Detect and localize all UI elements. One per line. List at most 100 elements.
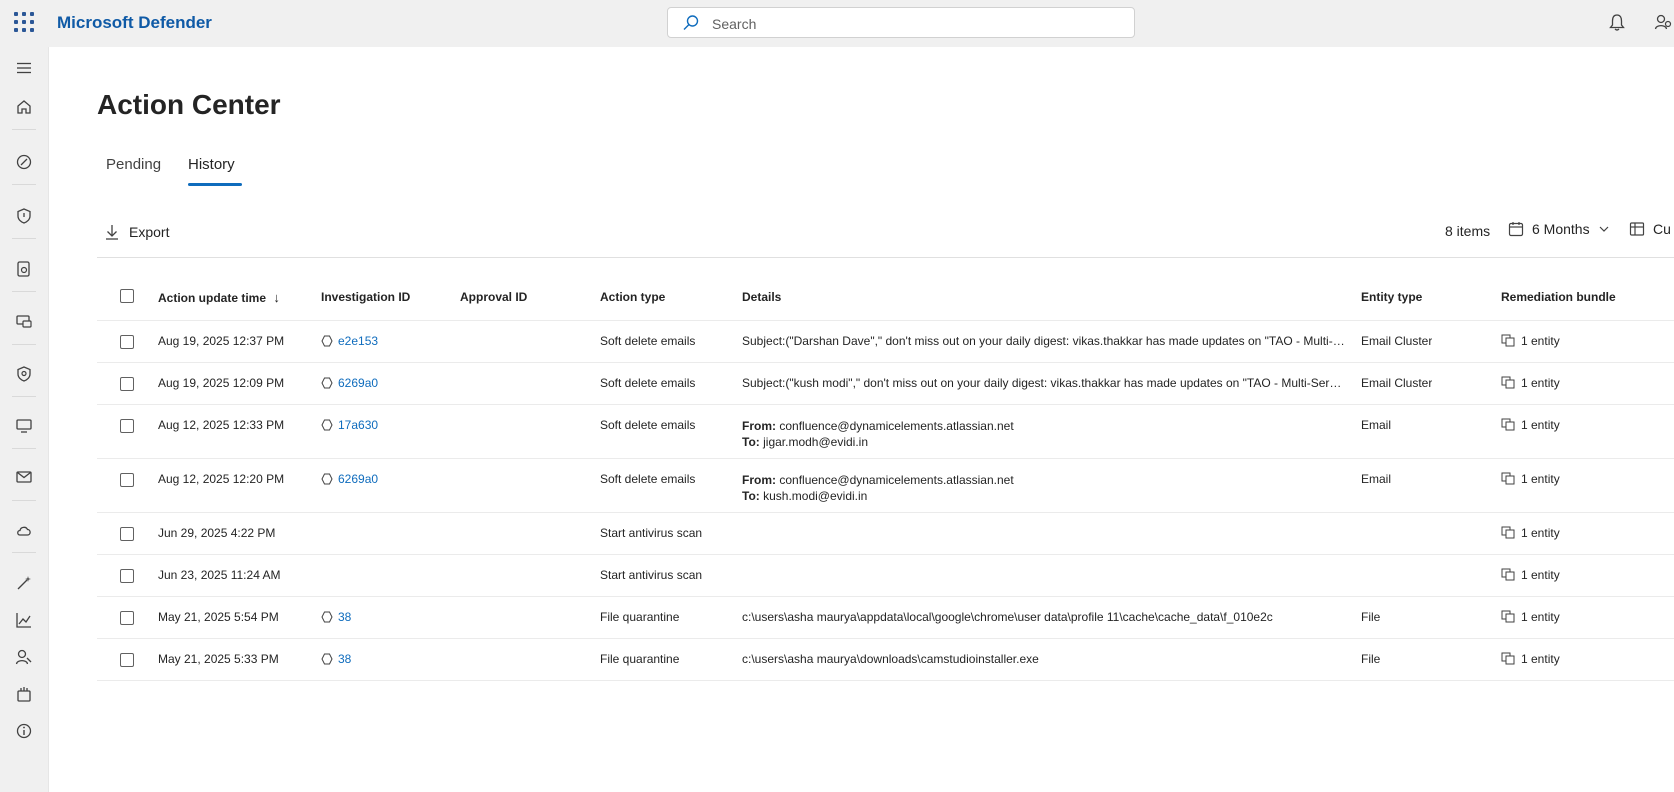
action-type: Start antivirus scan — [600, 526, 703, 540]
remediation-bundle[interactable]: 1 entity — [1501, 376, 1560, 390]
investigation-icon — [321, 419, 333, 431]
action-type: File quarantine — [600, 652, 680, 666]
action-update-time: May 21, 2025 5:33 PM — [158, 652, 279, 666]
row-checkbox[interactable] — [120, 653, 134, 667]
investigation-link[interactable]: 38 — [321, 652, 351, 666]
app-title[interactable]: Microsoft Defender — [57, 13, 212, 33]
to-address: jigar.modh@evidi.in — [763, 435, 869, 449]
table-row[interactable]: Aug 19, 2025 12:09 PM 6269a0 Soft delete… — [97, 362, 1674, 405]
time-range-dropdown[interactable]: 6 Months — [1508, 221, 1610, 237]
row-checkbox[interactable] — [120, 377, 134, 391]
bundle-icon — [1501, 652, 1515, 665]
row-checkbox[interactable] — [120, 527, 134, 541]
person-icon[interactable] — [1654, 13, 1672, 32]
select-all-checkbox[interactable] — [120, 289, 134, 303]
cloud-icon[interactable] — [15, 521, 33, 539]
sort-descending-icon: ↓ — [273, 290, 280, 305]
search-box[interactable]: Search — [667, 7, 1135, 38]
bundle-count: 1 entity — [1521, 334, 1560, 348]
bundle-icon — [1501, 568, 1515, 581]
remediation-bundle[interactable]: 1 entity — [1501, 526, 1560, 540]
remediation-bundle[interactable]: 1 entity — [1501, 610, 1560, 624]
action-update-time: Aug 19, 2025 12:37 PM — [158, 334, 285, 348]
investigation-id: 38 — [338, 652, 352, 666]
from-address: confluence@dynamicelements.atlassian.net — [779, 473, 1014, 487]
col-header-label: Action update time — [158, 291, 267, 305]
bundle-icon — [1501, 376, 1515, 389]
export-button[interactable]: Export — [105, 221, 169, 243]
investigation-link[interactable]: e2e153 — [321, 334, 378, 348]
remediation-bundle[interactable]: 1 entity — [1501, 418, 1560, 432]
investigation-link[interactable]: 17a630 — [321, 418, 378, 432]
col-header-remediation-bundle[interactable]: Remediation bundle — [1501, 290, 1616, 304]
remediation-bundle[interactable]: 1 entity — [1501, 652, 1560, 666]
table-row[interactable]: Aug 12, 2025 12:20 PM 6269a0 Soft delete… — [97, 458, 1674, 513]
investigation-icon — [321, 377, 333, 389]
permissions-icon[interactable] — [15, 685, 33, 703]
remediation-bundle[interactable]: 1 entity — [1501, 334, 1560, 348]
identity-icon[interactable] — [15, 365, 33, 383]
investigation-icon — [321, 335, 333, 347]
remediation-bundle[interactable]: 1 entity — [1501, 472, 1560, 486]
row-checkbox[interactable] — [120, 569, 134, 583]
details: From: confluence@dynamicelements.atlassi… — [742, 418, 1014, 450]
from-label: From: — [742, 419, 776, 433]
investigation-id: 17a630 — [338, 418, 379, 432]
col-header-action-type[interactable]: Action type — [600, 290, 665, 304]
table-row[interactable]: Jun 23, 2025 11:24 AM Start antivirus sc… — [97, 554, 1674, 597]
bundle-icon — [1501, 418, 1515, 431]
tab-history[interactable]: History — [188, 156, 235, 173]
table-row[interactable]: May 21, 2025 5:54 PM 38 File quarantine … — [97, 596, 1674, 639]
investigation-id: e2e153 — [338, 334, 379, 348]
col-header-approval-id[interactable]: Approval ID — [460, 290, 527, 304]
col-header-details[interactable]: Details — [742, 290, 781, 304]
table-row[interactable]: Aug 12, 2025 12:33 PM 17a630 Soft delete… — [97, 404, 1674, 459]
table-row[interactable]: Aug 19, 2025 12:37 PM e2e153 Soft delete… — [97, 320, 1674, 363]
cloud-apps-icon[interactable] — [15, 417, 33, 435]
chevron-down-icon — [1599, 226, 1609, 232]
row-checkbox[interactable] — [120, 473, 134, 487]
investigation-link[interactable]: 6269a0 — [321, 376, 378, 390]
table-row[interactable]: Jun 29, 2025 4:22 PM Start antivirus sca… — [97, 512, 1674, 555]
customize-columns-button[interactable]: Cu — [1629, 221, 1671, 237]
tab-pending[interactable]: Pending — [106, 156, 161, 173]
action-update-time: Jun 29, 2025 4:22 PM — [158, 526, 276, 540]
hunting-icon[interactable] — [15, 574, 33, 592]
col-header-entity-type[interactable]: Entity type — [1361, 290, 1422, 304]
remediation-bundle[interactable]: 1 entity — [1501, 568, 1560, 582]
from-address: confluence@dynamicelements.atlassian.net — [779, 419, 1014, 433]
home-icon[interactable] — [15, 98, 33, 116]
details: Subject:("Darshan Dave"," don't miss out… — [742, 334, 1347, 348]
col-header-action-update-time[interactable]: Action update time ↓ — [158, 290, 280, 305]
row-checkbox[interactable] — [120, 611, 134, 625]
waffle-icon[interactable] — [14, 12, 34, 32]
row-checkbox[interactable] — [120, 335, 134, 349]
reports-icon[interactable] — [15, 611, 33, 629]
investigation-link[interactable]: 6269a0 — [321, 472, 378, 486]
row-checkbox[interactable] — [120, 419, 134, 433]
investigation-id: 6269a0 — [338, 472, 379, 486]
endpoint-icon[interactable] — [15, 260, 33, 278]
from-label: From: — [742, 473, 776, 487]
table-row[interactable]: May 21, 2025 5:33 PM 38 File quarantine … — [97, 638, 1674, 681]
investigation-link[interactable]: 38 — [321, 610, 351, 624]
devices-icon[interactable] — [15, 313, 33, 331]
bell-icon[interactable] — [1608, 13, 1626, 32]
mail-icon[interactable] — [15, 468, 33, 486]
search-input[interactable]: Search — [712, 16, 756, 32]
shield-icon[interactable] — [15, 207, 33, 225]
details: c:\users\asha maurya\downloads\camstudio… — [742, 652, 1039, 666]
customize-icon — [1629, 222, 1645, 236]
time-range-label: 6 Months — [1532, 221, 1590, 237]
col-header-investigation-id[interactable]: Investigation ID — [321, 290, 410, 304]
entity-type: Email — [1361, 418, 1392, 432]
info-icon[interactable] — [15, 722, 33, 740]
partners-icon[interactable] — [15, 648, 33, 666]
details: From: confluence@dynamicelements.atlassi… — [742, 472, 1014, 504]
incidents-icon[interactable] — [15, 153, 33, 171]
customize-label: Cu — [1653, 221, 1671, 237]
top-bar: Microsoft Defender Search — [0, 0, 1674, 47]
hamburger-icon[interactable] — [15, 59, 33, 77]
details: Subject:("kush modi"," don't miss out on… — [742, 376, 1347, 390]
bundle-count: 1 entity — [1521, 418, 1560, 432]
